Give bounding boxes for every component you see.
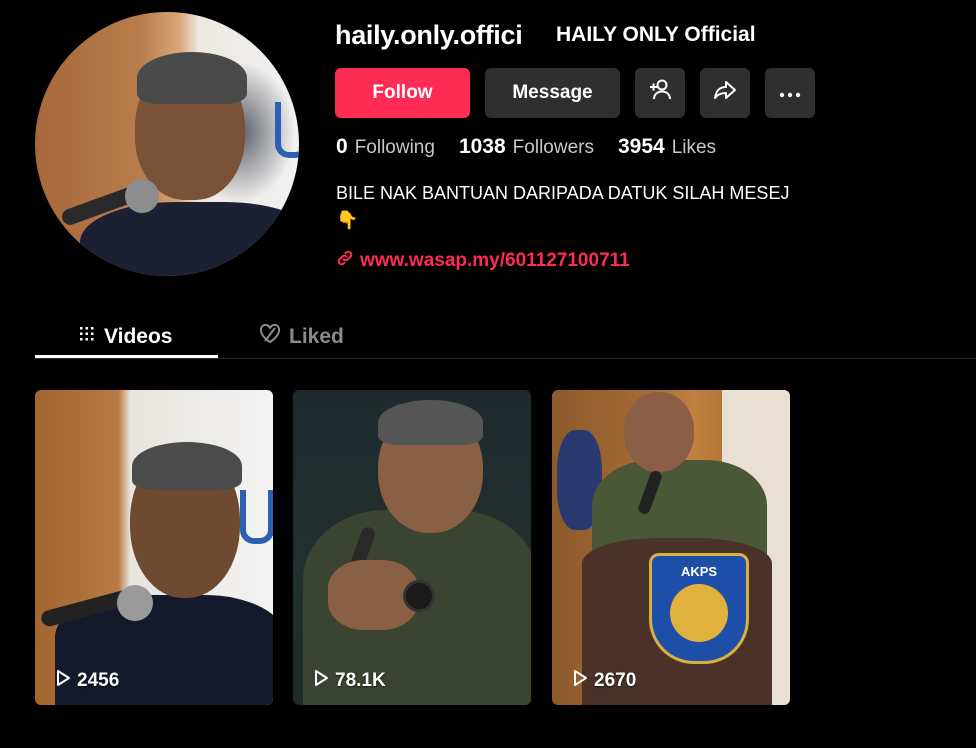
tab-label: Videos — [104, 325, 173, 348]
stat-label: Following — [354, 137, 435, 158]
profile-stats: 0 Following 1038 Followers 3954 Likes — [336, 135, 716, 159]
link-icon — [336, 249, 354, 273]
view-count-text: 2670 — [594, 670, 637, 691]
profile-link[interactable]: www.wasap.my/601127100711 — [336, 249, 630, 273]
add-friend-icon — [647, 77, 673, 109]
tab-divider — [35, 358, 976, 359]
link-text: www.wasap.my/601127100711 — [360, 250, 630, 271]
more-icon — [778, 82, 802, 104]
view-count: 78.1K — [313, 669, 386, 693]
profile-avatar[interactable] — [35, 12, 299, 276]
stat-followers[interactable]: 1038 Followers — [459, 135, 594, 159]
akps-emblem-text: AKPS — [680, 564, 718, 579]
tab-label: Liked — [289, 325, 344, 348]
video-card[interactable]: 78.1K — [293, 390, 531, 705]
view-count: 2670 — [572, 669, 636, 693]
share-button[interactable] — [700, 68, 750, 118]
more-options-button[interactable] — [765, 68, 815, 118]
bio-text: BILE NAK BANTUAN DARIPADA DATUK SILAH ME… — [336, 183, 790, 203]
profile-bio: BILE NAK BANTUAN DARIPADA DATUK SILAH ME… — [336, 180, 789, 234]
message-button[interactable]: Message — [485, 68, 620, 118]
grid-icon — [78, 325, 96, 349]
bio-emoji: 👇 — [336, 210, 359, 230]
profile-nickname: HAILY ONLY Official — [556, 23, 756, 46]
tab-liked[interactable]: Liked — [259, 316, 344, 358]
stat-label: Followers — [512, 137, 594, 158]
stat-value: 3954 — [617, 135, 665, 158]
video-card[interactable]: AKPS 2670 — [552, 390, 790, 705]
stat-value: 0 — [336, 135, 348, 158]
tab-videos[interactable]: Videos — [78, 316, 172, 358]
share-icon — [712, 77, 738, 109]
stat-likes: 3954 Likes — [618, 135, 716, 159]
stat-following[interactable]: 0 Following — [336, 135, 435, 159]
stat-value: 1038 — [458, 135, 506, 158]
liked-heart-icon — [259, 323, 281, 350]
suggested-accounts-button[interactable] — [635, 68, 685, 118]
play-icon — [313, 669, 329, 693]
view-count: 2456 — [55, 669, 119, 693]
akps-emblem: AKPS — [649, 553, 749, 664]
play-icon — [55, 669, 71, 693]
video-card[interactable]: 2456 — [35, 390, 273, 705]
stat-label: Likes — [671, 137, 717, 158]
view-count-text: 2456 — [77, 670, 120, 691]
profile-handle: haily.only.offici — [335, 20, 523, 50]
play-icon — [572, 669, 588, 693]
follow-button[interactable]: Follow — [335, 68, 470, 118]
view-count-text: 78.1K — [335, 670, 386, 691]
